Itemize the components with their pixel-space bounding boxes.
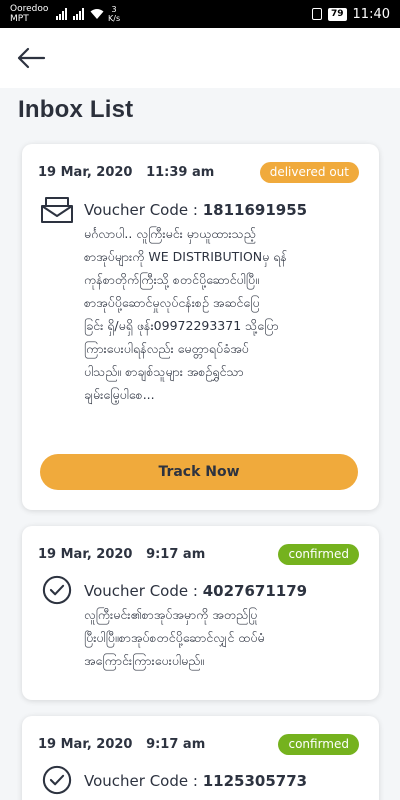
battery-icon: 79 — [328, 7, 347, 21]
message-time: 9:17 am — [146, 547, 206, 562]
message-date: 19 Mar, 2020 — [38, 165, 133, 180]
carrier-line-1: Ooredoo — [10, 4, 49, 14]
voucher-label: Voucher Code : — [84, 582, 203, 600]
voucher-number: 1125305773 — [202, 772, 308, 790]
message-time: 11:39 am — [146, 165, 215, 180]
message-date: 19 Mar, 2020 — [38, 737, 133, 752]
voucher-number: 1811691955 — [202, 201, 308, 219]
status-badge: delivered out — [259, 162, 359, 183]
message-card[interactable]: 19 Mar, 2020 9:17 am confirmed Voucher C… — [22, 716, 379, 800]
check-circle-icon — [42, 575, 72, 605]
vibrate-icon — [312, 8, 322, 20]
message-datetime: 19 Mar, 2020 11:39 am — [38, 165, 214, 180]
message-line: စာအုပ်များကို WE DISTRIBUTIONမှ ရန် — [84, 249, 287, 264]
speed-unit: K/s — [108, 14, 121, 23]
status-badge: confirmed — [278, 734, 359, 755]
wifi-icon — [90, 9, 104, 19]
voucher-label: Voucher Code : — [84, 772, 203, 790]
message-line: ပြီးပါပြီ။စာအုပ်စတင်ပို့ဆောင်လျှင် ထပ်မံ — [84, 630, 265, 645]
app-bar — [0, 28, 400, 88]
message-line: ပါသည်။ စာချစ်သူများ အစဉ်ရွှင်သာ — [84, 364, 244, 379]
signal-2-icon — [73, 8, 84, 20]
message-date: 19 Mar, 2020 — [38, 547, 133, 562]
signal-icon — [56, 8, 67, 20]
voucher-code: Voucher Code : 4027671179 — [84, 582, 307, 600]
message-datetime: 19 Mar, 2020 9:17 am — [38, 547, 205, 562]
message-line: ကြားပေးပါရန်လည်း မေတ္တာရပ်ခံအပ် — [84, 341, 249, 356]
check-circle-icon — [42, 765, 72, 795]
message-line: ချမ်းမြေ့ပါစေ... — [84, 387, 155, 402]
message-body: လူကြီးမင်း၏စာအုပ်အမှာကို အတည်ပြု ပြီးပါပ… — [84, 603, 369, 672]
clock: 11:40 — [352, 6, 390, 22]
message-line: ကုန်စာတိုက်ကြီးသို့ စတင်ပို့ဆောင်ပါပြီ။ — [84, 272, 259, 287]
arrow-left-icon — [17, 47, 46, 69]
message-time: 9:17 am — [146, 737, 206, 752]
voucher-code: Voucher Code : 1125305773 — [84, 772, 307, 790]
message-line: စာအုပ်ပို့ဆောင်မှုလုပ်ငန်းစဉ် အဆင်ပြေ — [84, 295, 260, 310]
message-line: အကြောင်းကြားပေးပါမည်။ — [84, 653, 205, 668]
carrier-line-2: MPT — [10, 14, 29, 24]
voucher-number: 4027671179 — [202, 582, 308, 600]
speed-value: 3 — [111, 5, 117, 14]
status-badge: confirmed — [278, 544, 359, 565]
status-bar: Ooredoo MPT 3 K/s 79 11:40 — [0, 0, 400, 28]
message-line: ခြင်း ရှိ/မရှိ ဖုန်း09972293371 သို့ပြော — [84, 318, 279, 333]
message-card[interactable]: 19 Mar, 2020 9:17 am confirmed Voucher C… — [22, 526, 379, 700]
voucher-code: Voucher Code : 1811691955 — [84, 201, 307, 219]
message-card[interactable]: 19 Mar, 2020 11:39 am delivered out Vouc… — [22, 144, 379, 510]
network-speed: 3 K/s — [108, 5, 120, 23]
page-title: Inbox List — [18, 96, 134, 123]
envelope-icon — [41, 197, 73, 223]
carrier-name: Ooredoo MPT — [10, 4, 50, 24]
message-datetime: 19 Mar, 2020 9:17 am — [38, 737, 205, 752]
voucher-label: Voucher Code : — [84, 201, 203, 219]
message-line: လူကြီးမင်း၏စာအုပ်အမှာကို အတည်ပြု — [84, 607, 258, 622]
back-button[interactable] — [14, 42, 48, 74]
message-body: မင်္ဂလာပါ.. လူကြီးမင်း မှာယူထားသည့် စာအု… — [84, 222, 369, 406]
message-line: မင်္ဂလာပါ.. လူကြီးမင်း မှာယူထားသည့် — [84, 226, 256, 241]
track-now-button[interactable]: Track Now — [40, 454, 358, 490]
